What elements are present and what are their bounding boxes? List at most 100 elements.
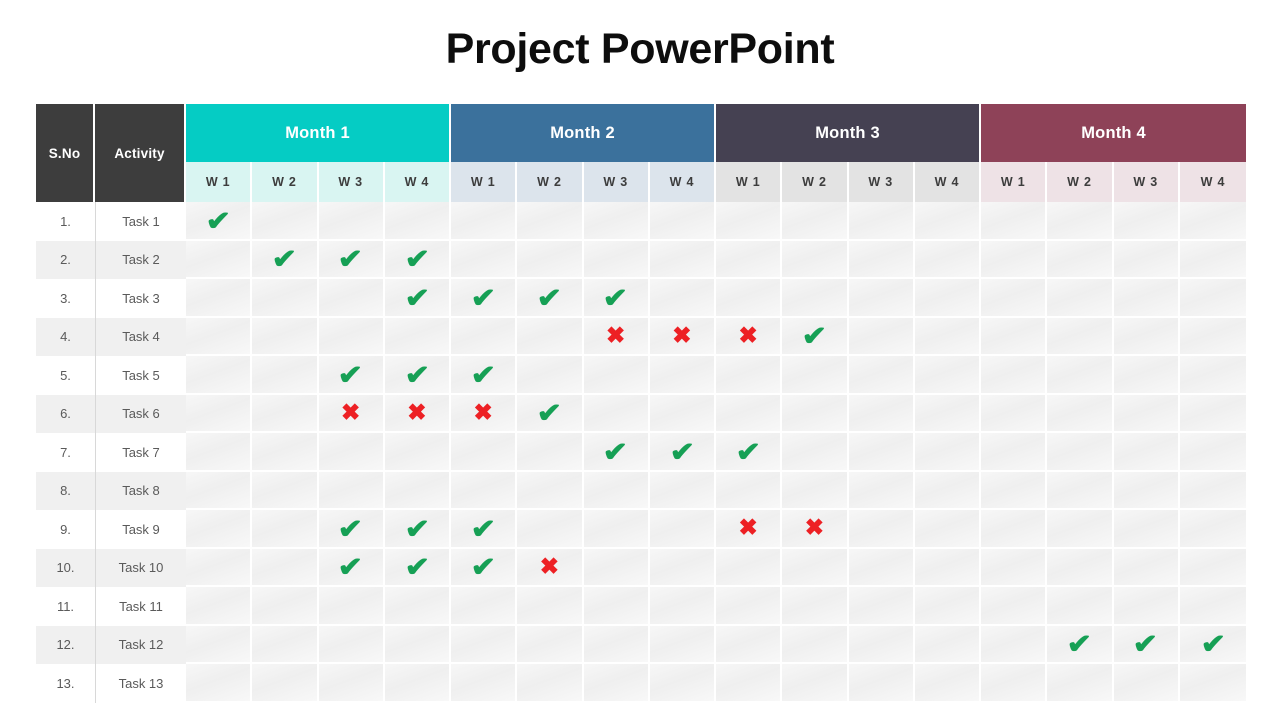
cell-r11-m3-w2[interactable] — [782, 587, 849, 626]
cell-r12-m4-w3[interactable]: ✔ — [1113, 625, 1180, 664]
cell-r10-m4-w4[interactable] — [1179, 548, 1247, 587]
cell-r13-m2-w3[interactable] — [583, 664, 650, 703]
cell-r6-m2-w4[interactable] — [649, 394, 717, 433]
cell-r4-m2-w1[interactable] — [451, 317, 518, 356]
cell-r8-m2-w2[interactable] — [517, 471, 584, 510]
cell-r6-m4-w2[interactable] — [1047, 394, 1114, 433]
cell-r12-m2-w4[interactable] — [649, 625, 717, 664]
cell-r4-m4-w2[interactable] — [1047, 317, 1114, 356]
cell-r7-m2-w1[interactable] — [451, 433, 518, 472]
cell-r13-m2-w2[interactable] — [517, 664, 584, 703]
cell-r10-m1-w3[interactable]: ✔ — [318, 548, 385, 587]
cell-r7-m4-w4[interactable] — [1179, 433, 1247, 472]
cell-r1-m1-w4[interactable] — [384, 202, 452, 241]
cell-r4-m2-w2[interactable] — [517, 317, 584, 356]
cell-r4-m4-w1[interactable] — [981, 317, 1048, 356]
cell-r8-m3-w4[interactable] — [914, 471, 982, 510]
cell-r5-m2-w2[interactable] — [517, 356, 584, 395]
cell-r13-m1-w1[interactable] — [186, 664, 253, 703]
cell-r1-m3-w2[interactable] — [782, 202, 849, 241]
cell-r2-m2-w3[interactable] — [583, 240, 650, 279]
cell-r5-m2-w4[interactable] — [649, 356, 717, 395]
cell-r13-m3-w1[interactable] — [716, 664, 783, 703]
cell-r12-m1-w4[interactable] — [384, 625, 452, 664]
cell-r11-m2-w3[interactable] — [583, 587, 650, 626]
cell-r11-m4-w4[interactable] — [1179, 587, 1247, 626]
cell-r13-m1-w4[interactable] — [384, 664, 452, 703]
cell-r5-m2-w1[interactable]: ✔ — [451, 356, 518, 395]
cell-r11-m4-w2[interactable] — [1047, 587, 1114, 626]
cell-r10-m4-w1[interactable] — [981, 548, 1048, 587]
cell-r2-m4-w2[interactable] — [1047, 240, 1114, 279]
cell-r10-m3-w4[interactable] — [914, 548, 982, 587]
cell-r10-m2-w1[interactable]: ✔ — [451, 548, 518, 587]
cell-r6-m1-w4[interactable]: ✖ — [384, 394, 452, 433]
cell-r13-m3-w2[interactable] — [782, 664, 849, 703]
cell-r5-m4-w3[interactable] — [1113, 356, 1180, 395]
cell-r7-m1-w3[interactable] — [318, 433, 385, 472]
cell-r2-m1-w3[interactable]: ✔ — [318, 240, 385, 279]
cell-r13-m4-w4[interactable] — [1179, 664, 1247, 703]
cell-r13-m1-w2[interactable] — [252, 664, 319, 703]
cell-r4-m1-w2[interactable] — [252, 317, 319, 356]
cell-r2-m2-w2[interactable] — [517, 240, 584, 279]
cell-r11-m1-w4[interactable] — [384, 587, 452, 626]
cell-r10-m2-w3[interactable] — [583, 548, 650, 587]
cell-r13-m2-w4[interactable] — [649, 664, 717, 703]
cell-r4-m4-w4[interactable] — [1179, 317, 1247, 356]
cell-r9-m1-w4[interactable]: ✔ — [384, 510, 452, 549]
cell-r9-m3-w4[interactable] — [914, 510, 982, 549]
cell-r10-m1-w4[interactable]: ✔ — [384, 548, 452, 587]
cell-r8-m3-w2[interactable] — [782, 471, 849, 510]
cell-r2-m4-w3[interactable] — [1113, 240, 1180, 279]
cell-r5-m1-w4[interactable]: ✔ — [384, 356, 452, 395]
cell-r6-m2-w3[interactable] — [583, 394, 650, 433]
cell-r12-m3-w2[interactable] — [782, 625, 849, 664]
cell-r4-m4-w3[interactable] — [1113, 317, 1180, 356]
cell-r4-m3-w4[interactable] — [914, 317, 982, 356]
cell-r10-m1-w2[interactable] — [252, 548, 319, 587]
cell-r1-m2-w4[interactable] — [649, 202, 717, 241]
cell-r11-m1-w2[interactable] — [252, 587, 319, 626]
cell-r11-m4-w3[interactable] — [1113, 587, 1180, 626]
cell-r13-m4-w2[interactable] — [1047, 664, 1114, 703]
cell-r8-m3-w1[interactable] — [716, 471, 783, 510]
cell-r3-m1-w4[interactable]: ✔ — [384, 279, 452, 318]
cell-r4-m3-w1[interactable]: ✖ — [716, 317, 783, 356]
cell-r10-m3-w3[interactable] — [848, 548, 915, 587]
cell-r12-m4-w2[interactable]: ✔ — [1047, 625, 1114, 664]
cell-r7-m1-w2[interactable] — [252, 433, 319, 472]
cell-r2-m4-w4[interactable] — [1179, 240, 1247, 279]
cell-r3-m3-w4[interactable] — [914, 279, 982, 318]
cell-r5-m4-w4[interactable] — [1179, 356, 1247, 395]
cell-r8-m1-w3[interactable] — [318, 471, 385, 510]
cell-r2-m3-w1[interactable] — [716, 240, 783, 279]
cell-r8-m2-w1[interactable] — [451, 471, 518, 510]
cell-r9-m1-w1[interactable] — [186, 510, 253, 549]
cell-r3-m2-w1[interactable]: ✔ — [451, 279, 518, 318]
cell-r1-m2-w3[interactable] — [583, 202, 650, 241]
cell-r1-m2-w2[interactable] — [517, 202, 584, 241]
cell-r7-m2-w2[interactable] — [517, 433, 584, 472]
cell-r6-m1-w3[interactable]: ✖ — [318, 394, 385, 433]
cell-r7-m4-w3[interactable] — [1113, 433, 1180, 472]
cell-r4-m1-w4[interactable] — [384, 317, 452, 356]
cell-r11-m4-w1[interactable] — [981, 587, 1048, 626]
cell-r3-m3-w3[interactable] — [848, 279, 915, 318]
cell-r2-m3-w4[interactable] — [914, 240, 982, 279]
cell-r13-m3-w4[interactable] — [914, 664, 982, 703]
cell-r13-m4-w3[interactable] — [1113, 664, 1180, 703]
cell-r12-m1-w3[interactable] — [318, 625, 385, 664]
cell-r6-m4-w1[interactable] — [981, 394, 1048, 433]
cell-r1-m3-w3[interactable] — [848, 202, 915, 241]
cell-r9-m4-w3[interactable] — [1113, 510, 1180, 549]
cell-r11-m1-w3[interactable] — [318, 587, 385, 626]
cell-r12-m1-w1[interactable] — [186, 625, 253, 664]
cell-r13-m1-w3[interactable] — [318, 664, 385, 703]
cell-r3-m2-w4[interactable] — [649, 279, 717, 318]
cell-r10-m1-w1[interactable] — [186, 548, 253, 587]
cell-r4-m2-w3[interactable]: ✖ — [583, 317, 650, 356]
cell-r12-m1-w2[interactable] — [252, 625, 319, 664]
cell-r12-m4-w4[interactable]: ✔ — [1179, 625, 1247, 664]
cell-r9-m2-w4[interactable] — [649, 510, 717, 549]
